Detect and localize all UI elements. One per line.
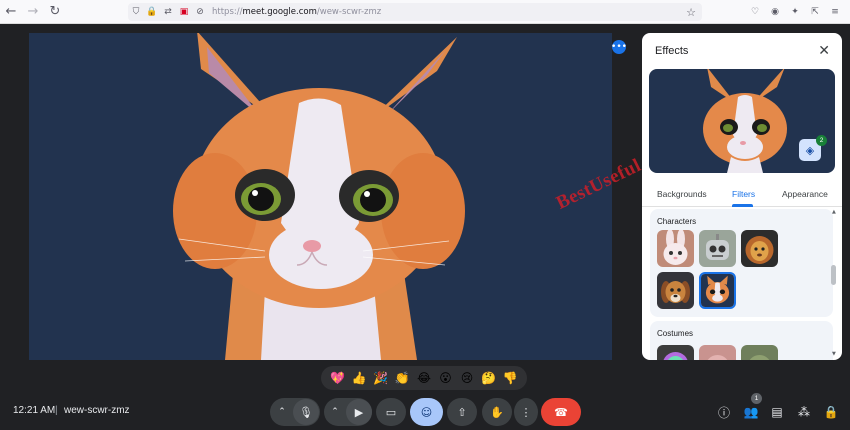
filter-lion-tile[interactable] — [741, 230, 778, 267]
account-icon[interactable]: ◉ — [768, 5, 782, 19]
scroll-down-arrow-icon[interactable]: ▼ — [832, 351, 836, 357]
extensions-icon[interactable]: ✦ — [788, 5, 802, 19]
bookmark-star-icon[interactable]: ☆ — [686, 3, 696, 21]
pocket-icon[interactable]: ♡ — [748, 5, 762, 19]
costume-green-tile[interactable] — [741, 345, 778, 360]
party-popper-reaction[interactable]: 🎉 — [372, 370, 389, 387]
menu-icon[interactable]: ≡ — [828, 5, 842, 19]
shield-icon[interactable]: ⛉ — [128, 3, 144, 21]
filter-bunny-tile[interactable] — [657, 230, 694, 267]
cat-filter-video — [173, 33, 465, 360]
emoji-icon: ☺ — [420, 405, 433, 419]
people-count-badge: 1 — [751, 393, 762, 404]
back-icon[interactable]: ← — [0, 0, 22, 24]
self-video-tile — [29, 33, 612, 360]
joy-reaction[interactable]: 😂 — [415, 370, 432, 387]
cat-icon — [701, 274, 734, 307]
host-controls-icon[interactable]: 🔒 — [822, 403, 840, 421]
microphone-icon[interactable]: 🎙 — [293, 399, 319, 425]
tab-appearance[interactable]: Appearance — [782, 189, 828, 199]
tab-filters[interactable]: Filters — [732, 189, 755, 199]
video-options-chevron-icon[interactable]: ⌃ — [324, 407, 346, 417]
filter-dog-tile[interactable] — [657, 272, 694, 309]
browser-toolbar: ← → ↻ ⛉ 🔒 ⇄ ▣ ⊘ https://meet.google.com/… — [0, 0, 850, 24]
bunny-icon — [657, 230, 694, 267]
filter-cat-tile[interactable] — [699, 272, 736, 309]
more-vert-icon: ⋮ — [520, 405, 532, 419]
green-costume-icon — [741, 345, 778, 360]
clapping-reaction[interactable]: 👏 — [394, 370, 411, 387]
captions-button[interactable]: ▭ — [376, 398, 406, 426]
permissions-icon[interactable]: ⇄ — [160, 3, 176, 21]
meeting-code: wew-scwr-zmz — [64, 405, 130, 416]
section-title-costumes: Costumes — [657, 329, 694, 338]
section-title-characters: Characters — [657, 217, 697, 226]
effects-tabs: Backgrounds Filters Appearance — [642, 183, 842, 207]
close-icon[interactable]: ✕ — [818, 43, 830, 59]
present-icon: ⇧ — [457, 405, 467, 419]
costumes-section: Costumes — [650, 321, 833, 360]
lion-icon — [741, 230, 778, 267]
lock-icon[interactable]: 🔒 — [144, 3, 160, 21]
reactions-button[interactable]: ☺ — [410, 398, 443, 426]
costume-rainbow-tile[interactable] — [657, 345, 694, 360]
people-icon[interactable]: 👥 — [742, 403, 760, 421]
rainbow-costume-icon — [657, 345, 694, 360]
camera-active-icon[interactable]: ▣ — [176, 3, 192, 21]
microphone-control: ⌃ 🎙 — [270, 398, 320, 426]
sad-reaction[interactable]: 😢 — [459, 370, 476, 387]
dog-icon — [657, 272, 694, 309]
costume-pink-tile[interactable] — [699, 345, 736, 360]
url-bar[interactable]: ⛉ 🔒 ⇄ ▣ ⊘ https://meet.google.com/wew-sc… — [128, 3, 702, 21]
meeting-details-icon[interactable]: ⓘ — [715, 403, 733, 421]
layers-count-badge: 2 — [816, 135, 827, 146]
surprised-reaction[interactable]: 😮 — [437, 370, 454, 387]
tab-backgrounds[interactable]: Backgrounds — [657, 189, 707, 199]
sparkling-heart-reaction[interactable]: 💖 — [329, 370, 346, 387]
active-tab-indicator — [732, 204, 753, 207]
panel-scrollbar[interactable] — [831, 265, 836, 285]
panel-title: Effects — [655, 45, 689, 57]
camera-control: ⌃ ▶ — [324, 398, 372, 426]
pink-costume-icon — [699, 345, 736, 360]
hand-icon: ✋ — [490, 405, 504, 419]
present-screen-button[interactable]: ⇧ — [447, 398, 477, 426]
reactions-bar: 💖 👍 🎉 👏 😂 😮 😢 🤔 👎 — [321, 366, 527, 390]
share-icon[interactable]: ⇱ — [808, 5, 822, 19]
effects-panel: Effects ✕ ◈ 2 Backgrounds Filters Appear… — [642, 33, 842, 360]
scroll-up-arrow-icon[interactable]: ▲ — [832, 209, 836, 215]
captions-icon: ▭ — [385, 405, 397, 419]
thumbs-up-reaction[interactable]: 👍 — [351, 370, 368, 387]
info-separator: | — [55, 405, 58, 416]
robot-icon — [699, 230, 736, 267]
meeting-time: 12:21 AM — [13, 405, 56, 416]
chat-icon[interactable]: ▤ — [768, 403, 786, 421]
forward-icon[interactable]: → — [22, 0, 44, 24]
raise-hand-button[interactable]: ✋ — [482, 398, 512, 426]
filter-robot-tile[interactable] — [699, 230, 736, 267]
end-call-icon: ☎ — [554, 405, 568, 419]
activities-icon[interactable]: ⁂ — [795, 403, 813, 421]
url-text[interactable]: https://meet.google.com/wew-scwr-zmz — [212, 7, 381, 17]
characters-section: Characters — [650, 209, 833, 317]
thinking-reaction[interactable]: 🤔 — [480, 370, 497, 387]
reload-icon[interactable]: ↻ — [44, 0, 66, 24]
audio-options-chevron-icon[interactable]: ⌃ — [271, 407, 293, 417]
more-options-button[interactable]: ⋮ — [514, 398, 538, 426]
mic-blocked-icon[interactable]: ⊘ — [192, 3, 208, 21]
thumbs-down-reaction[interactable]: 👎 — [502, 370, 519, 387]
leave-call-button[interactable]: ☎ — [541, 398, 581, 426]
video-options-button[interactable]: ••• — [611, 40, 627, 54]
camera-icon[interactable]: ▶ — [346, 399, 372, 425]
